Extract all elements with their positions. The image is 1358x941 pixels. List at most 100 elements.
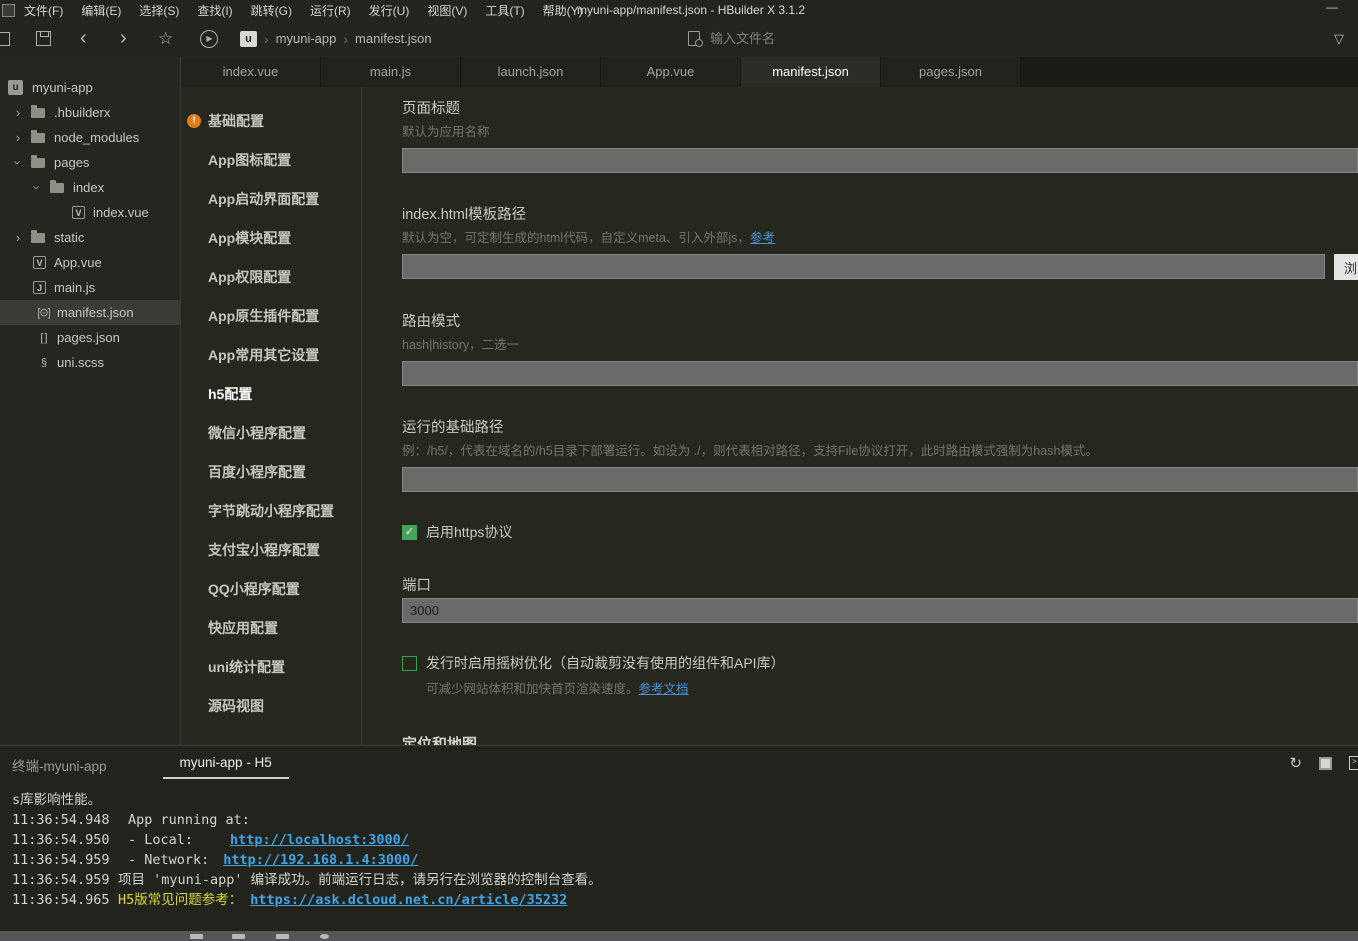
tree-item-project-root[interactable]: u myuni-app <box>0 75 180 100</box>
nav-app-native-plugin-config[interactable]: App原生插件配置 <box>181 296 361 335</box>
tab-index-vue[interactable]: index.vue <box>181 57 321 87</box>
console-line: 11:36:54.959 - Network: http://192.168.1.4… <box>12 850 1358 870</box>
nav-alipay-mp-config[interactable]: 支付宝小程序配置 <box>181 530 361 569</box>
taskbar-icon[interactable] <box>232 934 245 939</box>
menu-file[interactable]: 文件(F) <box>15 2 72 19</box>
nav-baidu-mp-config[interactable]: 百度小程序配置 <box>181 452 361 491</box>
tree-item-node-modules[interactable]: › node_modules <box>0 125 180 150</box>
editor-tabstrip: index.vue main.js launch.json App.vue ma… <box>181 57 1358 87</box>
console-text: s库影响性能。 <box>12 792 102 808</box>
tree-item-pages[interactable]: › pages <box>0 150 180 175</box>
taskbar-icon[interactable] <box>190 934 203 939</box>
nav-label: App模块配置 <box>208 229 292 246</box>
nav-quickapp-config[interactable]: 快应用配置 <box>181 608 361 647</box>
taskbar-icon[interactable] <box>320 934 329 939</box>
save-icon[interactable] <box>36 20 51 57</box>
forward-icon[interactable]: › <box>120 20 127 57</box>
menu-select[interactable]: 选择(S) <box>130 2 188 19</box>
base-path-input[interactable] <box>402 467 1358 492</box>
tree-item-index-folder[interactable]: › index <box>0 175 180 200</box>
https-checkbox[interactable]: ✓ <box>402 524 417 540</box>
menu-tools[interactable]: 工具(T) <box>476 2 533 19</box>
router-mode-input[interactable] <box>402 361 1358 386</box>
nav-h5-config[interactable]: h5配置 <box>181 374 361 413</box>
tree-item-pages-json[interactable]: [ ] pages.json <box>0 325 180 350</box>
breadcrumb-project[interactable]: myuni-app <box>276 31 337 46</box>
bookmark-star-icon[interactable]: ☆ <box>158 20 173 57</box>
faq-url-link[interactable]: https://ask.dcloud.net.cn/article/35232 <box>250 892 567 908</box>
tree-item-hbuilderx[interactable]: › .hbuilderx <box>0 100 180 125</box>
nav-source-view[interactable]: 源码视图 <box>181 686 361 725</box>
menu-find[interactable]: 查找(I) <box>188 2 241 19</box>
treeshake-label: 发行时启用摇树优化（自动裁剪没有使用的组件和API库） <box>426 655 785 671</box>
menu-goto[interactable]: 跳转(G) <box>242 2 301 19</box>
tree-label: pages.json <box>57 330 120 345</box>
base-path-group: 运行的基础路径 例：/h5/，代表在域名的/h5目录下部署运行。如设为 ./，则… <box>402 416 1358 492</box>
tab-terminal[interactable]: 终端-myuni-app <box>12 755 107 775</box>
tree-item-index-vue[interactable]: V index.vue <box>0 200 180 225</box>
tree-label: node_modules <box>54 130 140 145</box>
nav-weixin-mp-config[interactable]: 微信小程序配置 <box>181 413 361 452</box>
tree-item-app-vue[interactable]: V App.vue <box>0 250 180 275</box>
project-explorer: u myuni-app › .hbuilderx › node_modules … <box>0 57 181 745</box>
menu-publish[interactable]: 发行(U) <box>360 2 419 19</box>
panel-toggle-icon[interactable] <box>0 20 10 57</box>
search-input[interactable] <box>710 31 1190 46</box>
console-tabbar: 终端-myuni-app myuni-app - H5 ↻ > <box>0 746 1358 784</box>
tab-h5-console[interactable]: myuni-app - H5 <box>162 755 289 779</box>
nav-app-permissions-config[interactable]: App权限配置 <box>181 257 361 296</box>
nav-label: uni统计配置 <box>208 658 285 675</box>
nav-app-icon-config[interactable]: App图标配置 <box>181 140 361 179</box>
network-url-link[interactable]: http://192.168.1.4:3000/ <box>223 852 418 868</box>
tab-pages-json[interactable]: pages.json <box>881 57 1021 87</box>
console-line: 11:36:54.948 App running at: <box>12 810 1358 830</box>
nav-app-common-settings[interactable]: App常用其它设置 <box>181 335 361 374</box>
tree-item-main-js[interactable]: J main.js <box>0 275 180 300</box>
breadcrumb-file[interactable]: manifest.json <box>355 31 432 46</box>
local-url-link[interactable]: http://localhost:3000/ <box>230 832 409 848</box>
chevron-right-icon: › <box>15 130 21 145</box>
file-search <box>688 20 1248 57</box>
search-file-icon <box>688 31 703 47</box>
template-path-hint: 默认为空，可定制生成的html代码，自定义meta、引入外部js，参考 <box>402 227 1358 246</box>
port-input[interactable] <box>402 598 1358 623</box>
breadcrumb-separator-icon: › <box>343 30 349 47</box>
tree-item-uni-scss[interactable]: § uni.scss <box>0 350 180 375</box>
menu-edit[interactable]: 编辑(E) <box>72 2 130 19</box>
run-icon[interactable]: ▶ <box>200 20 218 57</box>
nav-uni-statistics-config[interactable]: uni统计配置 <box>181 647 361 686</box>
port-group: 端口 <box>402 574 1358 623</box>
treeshake-checkbox[interactable] <box>402 655 417 671</box>
nav-app-launch-screen-config[interactable]: App启动界面配置 <box>181 179 361 218</box>
tree-item-manifest-json[interactable]: [⊙] manifest.json <box>0 300 180 325</box>
template-path-input[interactable] <box>402 254 1325 279</box>
tab-launch-json[interactable]: launch.json <box>461 57 601 87</box>
menu-view[interactable]: 视图(V) <box>418 2 476 19</box>
base-path-hint: 例：/h5/，代表在域名的/h5目录下部署运行。如设为 ./，则代表相对路径，支… <box>402 444 1098 458</box>
console-text: 项目 'myuni-app' 编译成功。前端运行日志，请另行在浏览器的控制台查看… <box>118 872 602 888</box>
reference-doc-link[interactable]: 参考文档 <box>639 682 689 696</box>
taskbar-icon[interactable] <box>276 934 289 939</box>
page-title-input[interactable] <box>402 148 1358 173</box>
nav-app-modules-config[interactable]: App模块配置 <box>181 218 361 257</box>
folder-icon <box>31 129 45 143</box>
nav-bytedance-mp-config[interactable]: 字节跳动小程序配置 <box>181 491 361 530</box>
tab-main-js[interactable]: main.js <box>321 57 461 87</box>
tab-app-vue[interactable]: App.vue <box>601 57 741 87</box>
tab-manifest-json[interactable]: manifest.json <box>741 57 881 87</box>
terminal-icon[interactable]: > <box>1349 756 1358 770</box>
nav-qq-mp-config[interactable]: QQ小程序配置 <box>181 569 361 608</box>
filter-icon[interactable]: ▽ <box>1334 20 1344 57</box>
nav-basic-config[interactable]: ! 基础配置 <box>181 101 361 140</box>
stop-icon[interactable] <box>1319 756 1332 770</box>
menu-run[interactable]: 运行(R) <box>301 2 360 19</box>
restart-icon[interactable]: ↻ <box>1289 754 1302 772</box>
reference-link[interactable]: 参考 <box>750 231 775 245</box>
browse-button[interactable]: 浏览 <box>1334 254 1358 280</box>
breadcrumb: u › myuni-app › manifest.json <box>240 20 432 57</box>
console-line: 11:36:54.950 - Local: http://localhost:300… <box>12 830 1358 850</box>
back-icon[interactable]: ‹ <box>80 20 87 57</box>
minimize-button[interactable]: — <box>1326 0 1338 14</box>
tree-item-static[interactable]: › static <box>0 225 180 250</box>
template-path-group: index.html模板路径 默认为空，可定制生成的html代码，自定义meta… <box>402 203 1358 280</box>
